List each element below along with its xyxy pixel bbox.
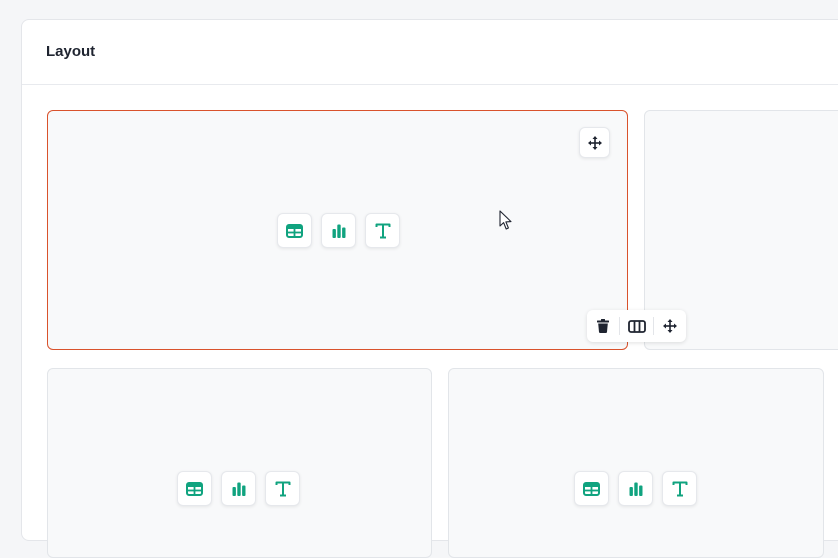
add-chart-button[interactable] bbox=[618, 471, 653, 506]
bar-chart-icon bbox=[629, 482, 642, 496]
bar-chart-icon bbox=[332, 224, 345, 238]
add-text-button[interactable] bbox=[365, 213, 400, 248]
columns-icon bbox=[627, 319, 646, 333]
mouse-cursor-icon bbox=[499, 210, 512, 230]
table-icon bbox=[286, 223, 303, 238]
add-text-button[interactable] bbox=[265, 471, 300, 506]
table-icon bbox=[186, 481, 203, 496]
add-text-button[interactable] bbox=[662, 471, 697, 506]
bar-chart-icon bbox=[232, 482, 245, 496]
layout-cell[interactable] bbox=[448, 368, 824, 558]
delete-cell-button[interactable] bbox=[587, 310, 619, 342]
move-icon bbox=[587, 135, 602, 150]
add-table-button[interactable] bbox=[177, 471, 212, 506]
text-icon bbox=[275, 481, 290, 496]
add-table-button[interactable] bbox=[277, 213, 312, 248]
cell-move-handle[interactable] bbox=[579, 127, 610, 158]
text-icon bbox=[375, 223, 390, 238]
add-table-button[interactable] bbox=[574, 471, 609, 506]
add-chart-button[interactable] bbox=[321, 213, 356, 248]
panel-title: Layout bbox=[46, 43, 96, 60]
layout-cell-selected[interactable] bbox=[47, 110, 628, 350]
trash-icon bbox=[597, 319, 610, 333]
columns-button[interactable] bbox=[620, 310, 652, 342]
add-chart-button[interactable] bbox=[221, 471, 256, 506]
move-icon bbox=[662, 319, 677, 333]
cell-toolbar bbox=[587, 310, 686, 342]
table-icon bbox=[583, 481, 600, 496]
move-cell-button[interactable] bbox=[654, 310, 686, 342]
panel-header: Layout bbox=[22, 20, 838, 85]
layout-cell[interactable] bbox=[47, 368, 432, 558]
text-icon bbox=[672, 481, 687, 496]
